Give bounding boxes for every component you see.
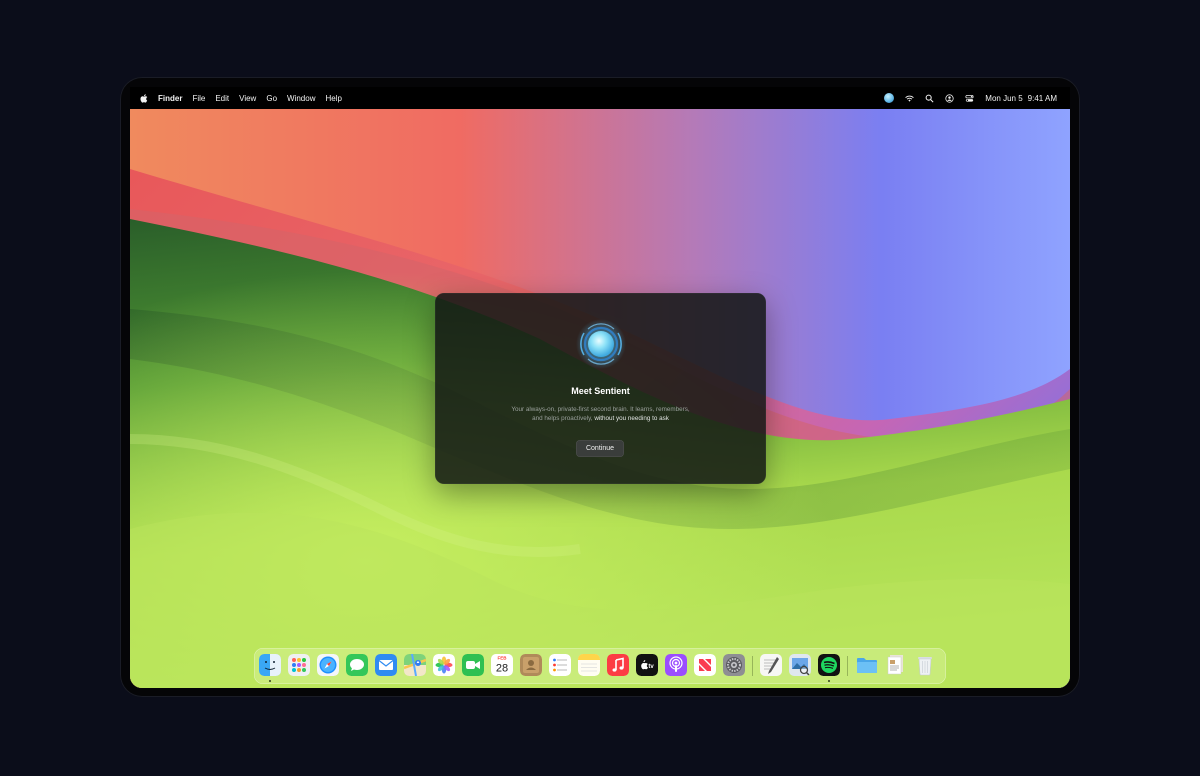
menu-bar: Finder File Edit View Go Window Help Mon…	[130, 87, 1070, 109]
menu-date: Mon Jun 5	[985, 93, 1023, 103]
apple-menu-icon[interactable]	[140, 93, 148, 103]
dock-contacts-icon[interactable]	[520, 654, 542, 676]
menu-go[interactable]: Go	[266, 94, 277, 103]
dock-messages-icon[interactable]	[346, 654, 368, 676]
dock-trash-icon[interactable]	[914, 654, 936, 676]
dialog-body-line1: Your always-on, private-first second bra…	[511, 406, 690, 413]
dock-safari-icon[interactable]	[317, 654, 339, 676]
menu-view[interactable]: View	[239, 94, 256, 103]
wifi-icon[interactable]	[905, 94, 915, 103]
dock-podcasts-icon[interactable]	[665, 654, 687, 676]
menu-edit[interactable]: Edit	[215, 94, 229, 103]
search-icon[interactable]	[925, 94, 934, 103]
dock-notes-icon[interactable]	[578, 654, 600, 676]
dock: FEB 28 tv	[254, 648, 946, 684]
user-icon[interactable]	[945, 93, 954, 103]
sentient-orb-icon[interactable]	[884, 93, 895, 103]
dock-photos-icon[interactable]	[433, 654, 455, 676]
dock-facetime-icon[interactable]	[462, 654, 484, 676]
menu-file[interactable]: File	[192, 94, 205, 103]
control-center-icon[interactable]	[965, 94, 974, 103]
menu-app-name[interactable]: Finder	[158, 94, 182, 103]
onboarding-dialog: Meet Sentient Your always-on, private-fi…	[435, 293, 766, 484]
dock-preview-icon[interactable]	[789, 654, 811, 676]
dock-mail-icon[interactable]	[375, 654, 397, 676]
dock-launchpad-icon[interactable]	[288, 654, 310, 676]
menu-window[interactable]: Window	[287, 94, 315, 103]
spotify-running-indicator	[828, 680, 830, 682]
dock-news-icon[interactable]	[694, 654, 716, 676]
dock-calendar-icon[interactable]: FEB 28	[491, 654, 513, 676]
sentient-orb-icon	[576, 319, 626, 369]
menu-clock[interactable]: Mon Jun 5 9:41 AM	[985, 94, 1057, 103]
dock-documents-stack-icon[interactable]	[885, 654, 907, 676]
dock-separator	[847, 656, 848, 676]
menu-help[interactable]: Help	[325, 94, 341, 103]
dialog-body-highlight: without you needing to ask	[594, 415, 669, 422]
dialog-title: Meet Sentient	[571, 386, 630, 396]
dock-separator	[752, 656, 753, 676]
continue-button[interactable]: Continue	[576, 440, 624, 457]
dock-downloads-folder-icon[interactable]	[856, 654, 878, 676]
finder-running-indicator	[269, 680, 271, 682]
dock-system-settings-icon[interactable]	[723, 654, 745, 676]
dialog-body-line2: and helps proactively,	[532, 415, 593, 422]
dock-textedit-icon[interactable]	[760, 654, 782, 676]
dock-tv-icon[interactable]: tv	[636, 654, 658, 676]
screen: Finder File Edit View Go Window Help Mon…	[130, 87, 1070, 688]
menu-time: 9:41 AM	[1027, 93, 1057, 103]
calendar-day: 28	[496, 663, 508, 675]
calendar-month: FEB	[498, 656, 508, 661]
dock-reminders-icon[interactable]	[549, 654, 571, 676]
dock-music-icon[interactable]	[607, 654, 629, 676]
dock-finder-icon[interactable]	[259, 654, 281, 676]
dock-maps-icon[interactable]	[404, 654, 426, 676]
dock-spotify-icon[interactable]	[818, 654, 840, 676]
tv-label: tv	[648, 664, 654, 670]
dialog-description: Your always-on, private-first second bra…	[485, 405, 716, 423]
